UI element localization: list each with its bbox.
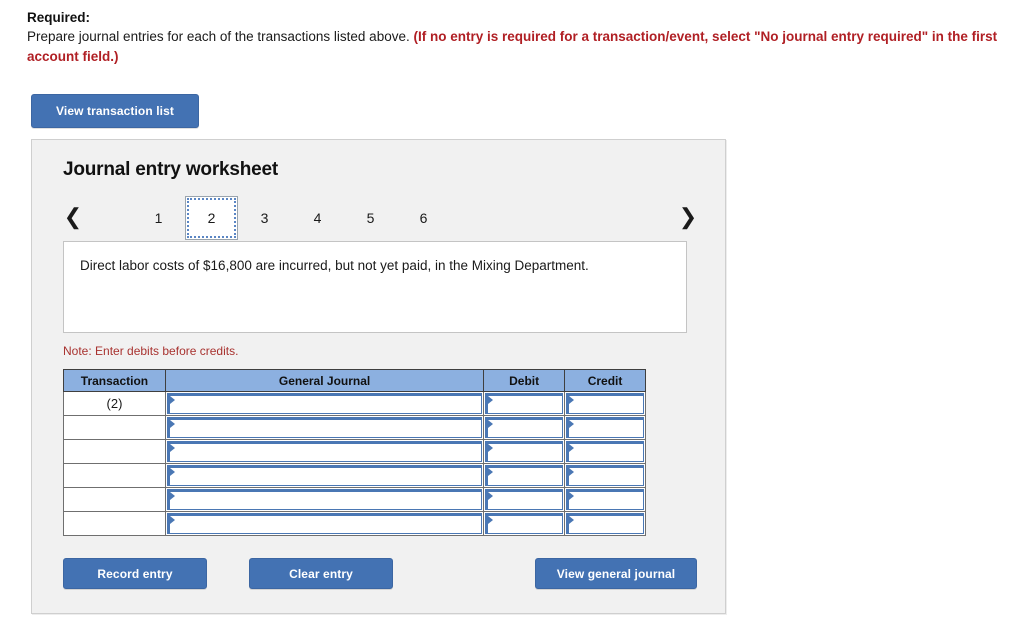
dropdown-marker-icon xyxy=(485,513,564,534)
column-header-transaction: Transaction xyxy=(63,369,166,392)
credit-input-4[interactable] xyxy=(564,463,646,488)
credit-input-3[interactable] xyxy=(564,439,646,464)
worksheet-tab-strip: ❮ 1 2 3 4 5 6 ❯ xyxy=(32,196,727,240)
column-header-credit: Credit xyxy=(564,369,646,392)
dropdown-marker-icon xyxy=(166,489,483,510)
dropdown-marker-icon xyxy=(166,393,483,414)
debit-input-4[interactable] xyxy=(483,463,566,488)
tab-6[interactable]: 6 xyxy=(397,196,450,240)
credit-input-1[interactable] xyxy=(564,391,646,416)
page-root: Required: Prepare journal entries for ea… xyxy=(0,0,1024,635)
column-header-debit: Debit xyxy=(483,369,566,392)
journal-entry-table: Transaction General Journal Debit Credit… xyxy=(63,369,646,536)
dropdown-marker-icon xyxy=(566,465,644,486)
debit-input-3[interactable] xyxy=(483,439,566,464)
credit-input-6[interactable] xyxy=(564,511,646,536)
debit-input-5[interactable] xyxy=(483,487,566,512)
dropdown-marker-icon xyxy=(485,489,564,510)
transaction-number-cell xyxy=(63,439,166,464)
table-header-row: Transaction General Journal Debit Credit xyxy=(63,369,646,392)
dropdown-marker-icon xyxy=(566,393,644,414)
transaction-number-cell xyxy=(63,487,166,512)
view-transaction-list-label: View transaction list xyxy=(56,104,174,118)
general-journal-account-select-4[interactable] xyxy=(164,463,485,488)
dropdown-marker-icon xyxy=(166,441,483,462)
record-entry-button[interactable]: Record entry xyxy=(63,558,207,589)
required-instruction-text: Prepare journal entries for each of the … xyxy=(27,27,1002,67)
dropdown-marker-icon xyxy=(566,489,644,510)
transaction-number-cell: (2) xyxy=(63,391,166,416)
tab-2[interactable]: 2 xyxy=(185,196,238,240)
table-row xyxy=(63,511,646,536)
column-header-general-journal: General Journal xyxy=(164,369,485,392)
table-row xyxy=(63,415,646,440)
transaction-number-cell xyxy=(63,511,166,536)
record-entry-label: Record entry xyxy=(97,566,173,581)
tab-3[interactable]: 3 xyxy=(238,196,291,240)
table-row xyxy=(63,463,646,488)
general-journal-account-select-2[interactable] xyxy=(164,415,485,440)
dropdown-marker-icon xyxy=(485,393,564,414)
debits-before-credits-note: Note: Enter debits before credits. xyxy=(63,344,239,358)
dropdown-marker-icon xyxy=(566,513,644,534)
table-row xyxy=(63,439,646,464)
debit-input-2[interactable] xyxy=(483,415,566,440)
transaction-number-cell xyxy=(63,463,166,488)
chevron-right-icon[interactable]: ❯ xyxy=(677,205,699,231)
debit-input-6[interactable] xyxy=(483,511,566,536)
clear-entry-button[interactable]: Clear entry xyxy=(249,558,393,589)
credit-input-2[interactable] xyxy=(564,415,646,440)
view-general-journal-button[interactable]: View general journal xyxy=(535,558,697,589)
view-general-journal-label: View general journal xyxy=(556,566,676,581)
table-row: (2) xyxy=(63,391,646,416)
general-journal-account-select-3[interactable] xyxy=(164,439,485,464)
dropdown-marker-icon xyxy=(485,417,564,438)
dropdown-marker-icon xyxy=(485,465,564,486)
chevron-left-icon[interactable]: ❮ xyxy=(62,205,84,231)
required-instruction: Prepare journal entries for each of the … xyxy=(27,29,410,44)
clear-entry-label: Clear entry xyxy=(289,566,353,581)
view-transaction-list-button[interactable]: View transaction list xyxy=(31,94,199,128)
credit-input-5[interactable] xyxy=(564,487,646,512)
tab-5[interactable]: 5 xyxy=(344,196,397,240)
dropdown-marker-icon xyxy=(166,417,483,438)
dropdown-marker-icon xyxy=(166,465,483,486)
required-prompt: Required: Prepare journal entries for ea… xyxy=(27,8,1002,67)
worksheet-tab-list: 1 2 3 4 5 6 xyxy=(132,196,450,240)
dropdown-marker-icon xyxy=(166,513,483,534)
debit-input-1[interactable] xyxy=(483,391,566,416)
table-row xyxy=(63,487,646,512)
general-journal-account-select-6[interactable] xyxy=(164,511,485,536)
general-journal-account-select-5[interactable] xyxy=(164,487,485,512)
required-heading: Required: xyxy=(27,10,91,25)
general-journal-account-select-1[interactable] xyxy=(164,391,485,416)
dropdown-marker-icon xyxy=(566,441,644,462)
transaction-description: Direct labor costs of $16,800 are incurr… xyxy=(63,241,687,333)
worksheet-actions: Record entry Clear entry View general jo… xyxy=(32,558,727,598)
worksheet-title: Journal entry worksheet xyxy=(63,159,279,180)
dropdown-marker-icon xyxy=(566,417,644,438)
journal-entry-worksheet-panel: Journal entry worksheet ❮ 1 2 3 4 5 6 ❯ … xyxy=(31,139,726,614)
dropdown-marker-icon xyxy=(485,441,564,462)
tab-4[interactable]: 4 xyxy=(291,196,344,240)
tab-1[interactable]: 1 xyxy=(132,196,185,240)
transaction-number-cell xyxy=(63,415,166,440)
